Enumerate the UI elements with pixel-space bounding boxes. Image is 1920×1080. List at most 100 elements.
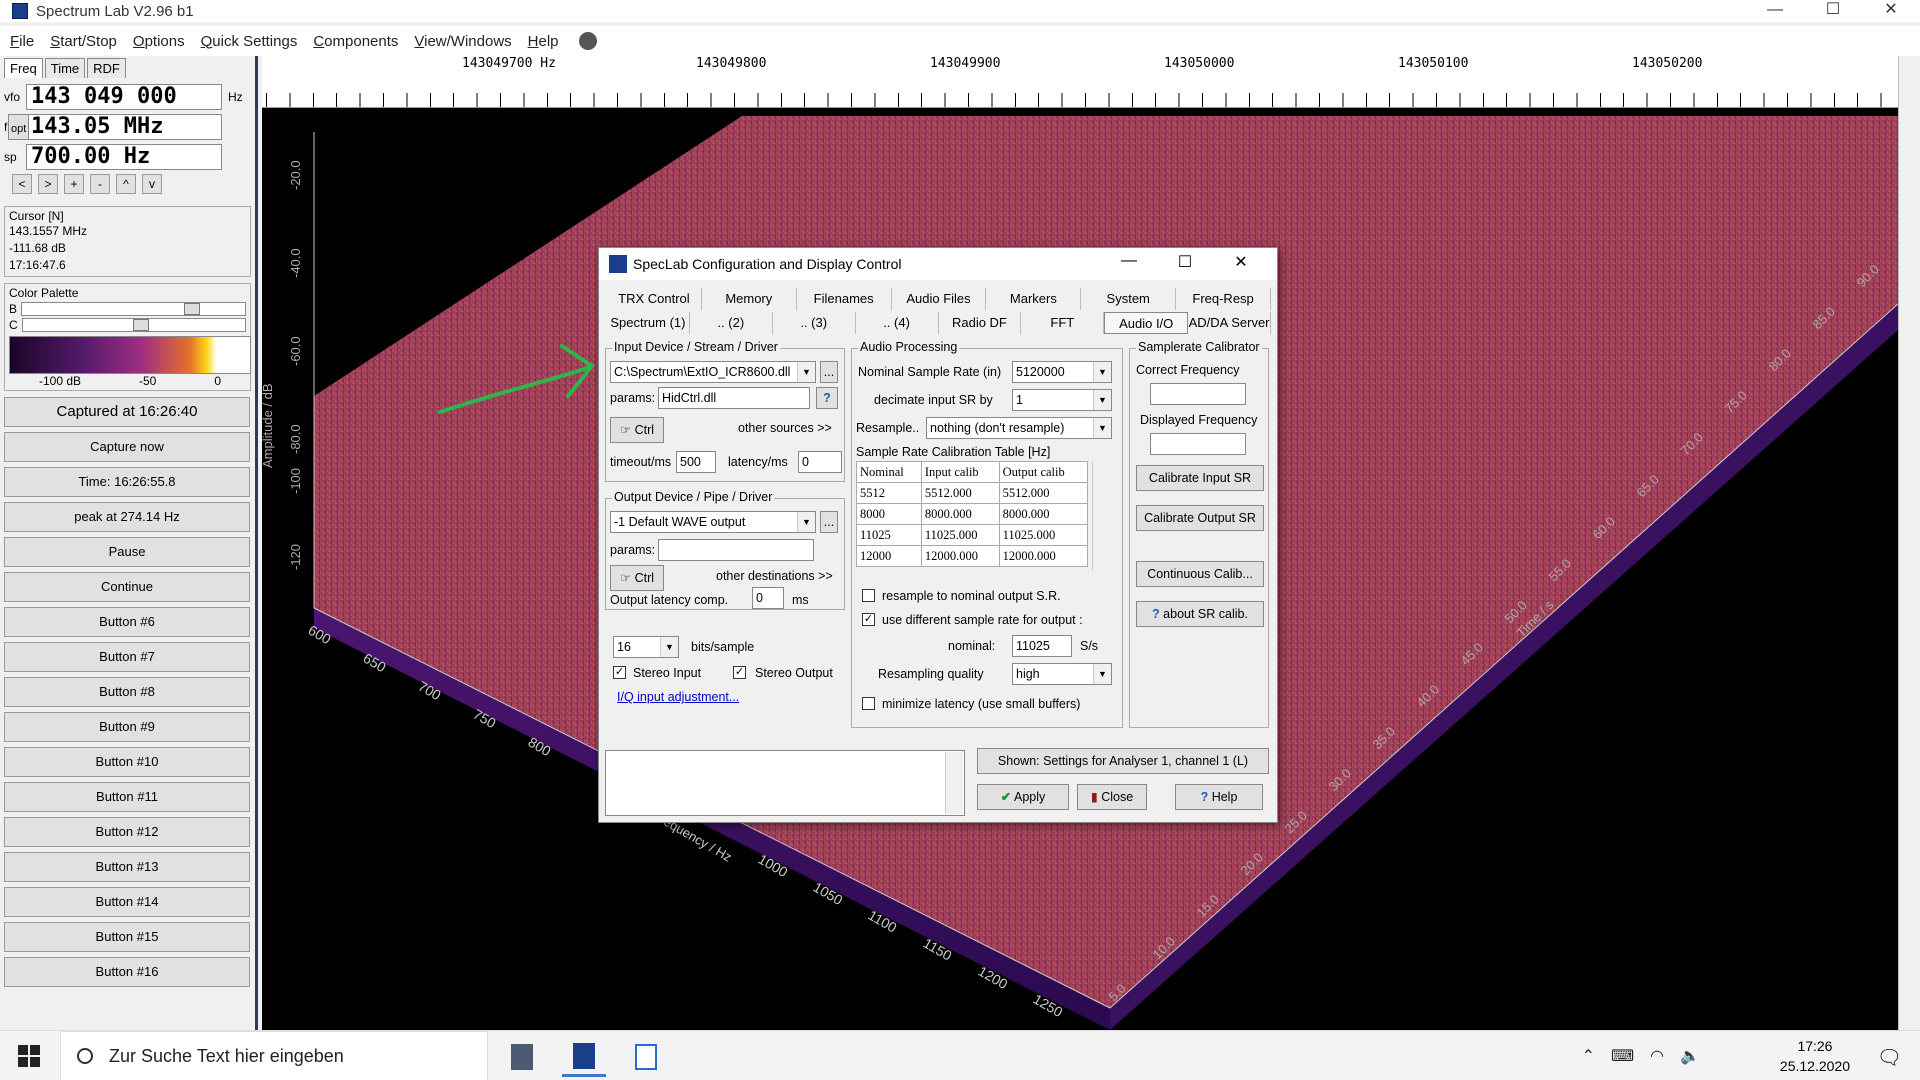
- shown-settings-button[interactable]: Shown: Settings for Analyser 1, channel …: [977, 748, 1269, 774]
- nav-plus-button[interactable]: +: [64, 174, 84, 194]
- menu-options[interactable]: Options: [133, 33, 185, 50]
- close-button[interactable]: ✕: [1862, 0, 1920, 22]
- displayed-frequency-field[interactable]: [1150, 433, 1246, 455]
- output-latency-field[interactable]: 0: [752, 587, 784, 609]
- menu-view-windows[interactable]: View/Windows: [414, 33, 511, 50]
- tab-audio-io[interactable]: Audio I/O: [1104, 312, 1189, 334]
- continue-button[interactable]: Continue: [4, 572, 250, 602]
- menu-start-stop[interactable]: Start/Stop: [50, 33, 117, 50]
- capture-now-button[interactable]: Capture now: [4, 432, 250, 462]
- volume-icon[interactable]: 🔈: [1680, 1046, 1700, 1066]
- nav-minus-button[interactable]: -: [90, 174, 110, 194]
- button-13[interactable]: Button #13: [4, 852, 250, 882]
- calibration-table-scrollbar[interactable]: [1092, 461, 1108, 571]
- output-device-browse-button[interactable]: ...: [820, 511, 838, 533]
- table-row[interactable]: 12000 12000.000 12000.000: [856, 545, 1089, 567]
- button-16[interactable]: Button #16: [4, 957, 250, 987]
- continuous-calib-button[interactable]: Continuous Calib...: [1136, 561, 1264, 587]
- tab-freq-resp[interactable]: Freq-Resp: [1176, 288, 1272, 310]
- tab-memory[interactable]: Memory: [702, 288, 797, 310]
- input-params-field[interactable]: HidCtrl.dll: [658, 387, 810, 409]
- pause-button[interactable]: Pause: [4, 537, 250, 567]
- output-params-field[interactable]: [658, 539, 814, 561]
- right-scrollbar[interactable]: [1898, 56, 1920, 1030]
- dialog-minimize-button[interactable]: —: [1101, 252, 1157, 272]
- time-button[interactable]: Time: 16:26:55.8: [4, 467, 250, 497]
- menu-quick-settings[interactable]: Quick Settings: [201, 33, 298, 50]
- apply-button[interactable]: ✔ Apply: [977, 784, 1069, 810]
- minimize-button[interactable]: —: [1746, 0, 1804, 22]
- button-10[interactable]: Button #10: [4, 747, 250, 777]
- button-7[interactable]: Button #7: [4, 642, 250, 672]
- calibration-table[interactable]: Nominal Input calib Output calib 5512 551…: [856, 461, 1089, 567]
- tab-radio-df[interactable]: Radio DF: [939, 312, 1022, 334]
- iq-adjustment-link[interactable]: I/Q input adjustment...: [617, 690, 739, 704]
- wifi-icon[interactable]: ◠: [1650, 1046, 1664, 1066]
- help-button[interactable]: ? Help: [1175, 784, 1263, 810]
- other-sources-link[interactable]: other sources >>: [738, 421, 832, 435]
- dialog-maximize-button[interactable]: ☐: [1157, 252, 1213, 272]
- spectrum-lab-app-icon[interactable]: [562, 1037, 606, 1077]
- message-area-scrollbar[interactable]: [945, 752, 963, 814]
- button-14[interactable]: Button #14: [4, 887, 250, 917]
- notifications-icon[interactable]: 🗨: [1877, 1045, 1902, 1070]
- latency-field[interactable]: 0: [798, 451, 842, 473]
- tab-spectrum-1[interactable]: Spectrum (1): [607, 312, 690, 334]
- calculator-app-icon[interactable]: [500, 1037, 544, 1077]
- tab-system[interactable]: System: [1081, 288, 1177, 310]
- vfo-field[interactable]: 143 049 000: [26, 84, 222, 110]
- button-15[interactable]: Button #15: [4, 922, 250, 952]
- use-different-sr-checkbox[interactable]: ✓: [862, 613, 875, 626]
- contrast-slider[interactable]: [21, 318, 246, 332]
- tab-freq[interactable]: Freq: [4, 58, 43, 78]
- bits-select[interactable]: 16 ▼: [613, 636, 679, 658]
- table-row[interactable]: 8000 8000.000 8000.000: [856, 503, 1089, 525]
- button-9[interactable]: Button #9: [4, 712, 250, 742]
- resampling-quality-select[interactable]: high ▼: [1012, 663, 1112, 685]
- notepad-app-icon[interactable]: [624, 1037, 668, 1077]
- close-dialog-button[interactable]: ▮ Close: [1077, 784, 1147, 810]
- nav-left-button[interactable]: <: [12, 174, 32, 194]
- tab-spectrum-3[interactable]: .. (3): [773, 312, 856, 334]
- tab-spectrum-2[interactable]: .. (2): [690, 312, 773, 334]
- button-12[interactable]: Button #12: [4, 817, 250, 847]
- tab-spectrum-4[interactable]: .. (4): [856, 312, 939, 334]
- output-nominal-field[interactable]: 11025: [1012, 635, 1072, 657]
- opt-button[interactable]: opt: [8, 114, 30, 140]
- button-11[interactable]: Button #11: [4, 782, 250, 812]
- sp-field[interactable]: 700.00 Hz: [26, 144, 222, 170]
- output-ctrl-button[interactable]: ☞ Ctrl: [610, 565, 664, 591]
- button-6[interactable]: Button #6: [4, 607, 250, 637]
- stereo-input-checkbox[interactable]: ✓: [613, 666, 626, 679]
- tab-markers[interactable]: Markers: [986, 288, 1082, 310]
- taskbar-search[interactable]: Zur Suche Text hier eingeben: [60, 1031, 488, 1080]
- captured-at-button[interactable]: Captured at 16:26:40: [4, 397, 250, 427]
- about-sr-calib-button[interactable]: ? about SR calib.: [1136, 601, 1264, 627]
- minimize-latency-checkbox[interactable]: [862, 697, 875, 710]
- tab-audio-files[interactable]: Audio Files: [892, 288, 987, 310]
- message-area[interactable]: [605, 750, 965, 816]
- decimate-select[interactable]: 1 ▼: [1012, 389, 1112, 411]
- button-8[interactable]: Button #8: [4, 677, 250, 707]
- tab-rdf[interactable]: RDF: [87, 58, 126, 78]
- nav-down-button[interactable]: v: [142, 174, 162, 194]
- nav-right-button[interactable]: >: [38, 174, 58, 194]
- table-row[interactable]: 5512 5512.000 5512.000: [856, 482, 1089, 504]
- calibrate-input-sr-button[interactable]: Calibrate Input SR: [1136, 465, 1264, 491]
- calibrate-output-sr-button[interactable]: Calibrate Output SR: [1136, 505, 1264, 531]
- resample-select[interactable]: nothing (don't resample) ▼: [926, 417, 1112, 439]
- frequency-ruler[interactable]: 143049700 Hz 143049800 143049900 1430500…: [262, 56, 1920, 108]
- windows-start-icon[interactable]: [18, 1045, 40, 1067]
- input-params-help-icon[interactable]: ?: [816, 387, 838, 409]
- brightness-slider[interactable]: [21, 302, 246, 316]
- tab-filenames[interactable]: Filenames: [797, 288, 892, 310]
- tab-adda-server[interactable]: AD/DA Server: [1188, 312, 1271, 334]
- timeout-field[interactable]: 500: [676, 451, 716, 473]
- table-row[interactable]: 11025 11025.000 11025.000: [856, 524, 1089, 546]
- output-device-select[interactable]: -1 Default WAVE output ▼: [610, 511, 816, 533]
- tab-time[interactable]: Time: [44, 58, 86, 78]
- tab-fft[interactable]: FFT: [1021, 312, 1105, 334]
- nav-up-button[interactable]: ^: [116, 174, 136, 194]
- chevron-up-icon[interactable]: ⌃: [1582, 1046, 1595, 1066]
- tab-trx-control[interactable]: TRX Control: [607, 288, 702, 310]
